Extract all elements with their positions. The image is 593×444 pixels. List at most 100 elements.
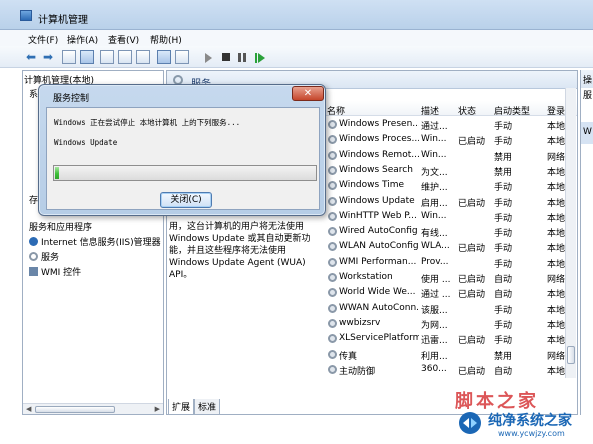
pause-service-icon[interactable]: [238, 53, 246, 62]
refresh-icon[interactable]: [118, 50, 132, 64]
close-button[interactable]: 关闭(C): [160, 192, 212, 208]
window-title: 计算机管理: [38, 15, 88, 26]
scroll-right-icon[interactable]: ▶: [155, 405, 160, 413]
gear-icon: [29, 252, 38, 261]
table-row[interactable]: WMI Performan... Prov... 手动 本地: [325, 255, 577, 270]
service-description: Win...: [421, 149, 447, 160]
service-startup: 手动: [494, 137, 513, 148]
actions-services[interactable]: 服: [581, 88, 593, 102]
col-description[interactable]: 描述: [421, 104, 439, 117]
console-icon[interactable]: [175, 50, 189, 64]
service-gear-icon: [328, 196, 337, 206]
service-description: Win...: [421, 134, 447, 145]
service-gear-icon: [328, 288, 337, 298]
watermark-brand: 纯净系统之家: [488, 413, 572, 429]
col-startup-type[interactable]: 启动类型: [494, 104, 530, 117]
col-name[interactable]: 名称: [327, 104, 345, 117]
tab-standard[interactable]: 标准: [194, 399, 221, 415]
service-description: Win...: [421, 210, 447, 221]
service-description: 用，这台计算机的用户将无法使用 Windows Update 或其自动更新功 能…: [169, 222, 311, 280]
brand-logo-icon: [459, 412, 481, 434]
restart-service-icon[interactable]: [255, 53, 265, 63]
col-status[interactable]: 状态: [458, 104, 476, 117]
properties-icon[interactable]: [100, 50, 114, 64]
tree-item-iis[interactable]: Internet 信息服务(IIS)管理器: [29, 235, 161, 248]
service-gear-icon: [328, 273, 337, 282]
col-logon[interactable]: 登录: [547, 104, 565, 117]
scroll-thumb[interactable]: [35, 406, 115, 413]
title-bar: 计算机管理: [0, 0, 593, 30]
service-status: 已启动: [458, 137, 486, 148]
table-row[interactable]: WWAN AutoConn... 该服... 手动 本地: [325, 301, 577, 316]
table-row[interactable]: WLAN AutoConfig WLA... 已启动 手动 本地: [325, 239, 577, 254]
service-name: World Wide We...: [339, 287, 416, 298]
tree-item-system[interactable]: 系: [29, 87, 38, 100]
table-row[interactable]: Workstation 使用 ... 已启动 自动 网络: [325, 270, 577, 285]
tree-item-wmi[interactable]: WMI 控件: [29, 265, 81, 278]
service-gear-icon: [328, 334, 337, 344]
up-folder-icon[interactable]: [62, 50, 76, 64]
table-row[interactable]: Windows Search 为文... 禁用 本地: [325, 163, 577, 178]
table-row[interactable]: Windows Proces... Win... 已启动 手动 本地: [325, 132, 577, 147]
service-gear-icon: [328, 364, 337, 374]
stop-service-icon[interactable]: [222, 53, 230, 61]
service-startup: 手动: [494, 183, 513, 194]
menu-view[interactable]: 查看(V): [108, 33, 139, 46]
table-row[interactable]: Wired AutoConfig 有线... 手动 本地: [325, 224, 577, 239]
close-icon[interactable]: ✕: [292, 86, 324, 101]
service-startup: 手动: [494, 213, 513, 224]
menu-file[interactable]: 文件(F): [28, 33, 58, 46]
service-name: WWAN AutoConn...: [339, 302, 419, 313]
tab-extended[interactable]: 扩展: [168, 399, 195, 415]
tree-item-services-apps[interactable]: 服务和应用程序: [29, 220, 92, 233]
service-gear-icon: [328, 120, 337, 129]
help-icon[interactable]: [157, 50, 171, 64]
service-name: Windows Proces...: [339, 134, 419, 145]
table-row[interactable]: WinHTTP Web P... Win... 手动 本地: [325, 209, 577, 224]
table-row[interactable]: World Wide We... 通过 ... 已启动 自动 本地: [325, 285, 577, 300]
forward-arrow-icon[interactable]: ➡: [41, 50, 55, 64]
service-startup: 手动: [494, 259, 513, 270]
dialog-title: 服务控制: [53, 94, 90, 104]
service-description: Prov...: [421, 256, 449, 267]
service-gear-icon: [328, 303, 337, 313]
table-row[interactable]: Windows Remot... Win... 禁用 网络: [325, 148, 577, 163]
table-row[interactable]: XLServicePlatform 迅雷... 已启动 手动 本地: [325, 331, 577, 346]
table-row[interactable]: wwbizsrv 为网... 手动 本地: [325, 316, 577, 331]
back-arrow-icon[interactable]: ⬅: [24, 50, 38, 64]
table-row[interactable]: Windows Update 启用... 已启动 手动 本地: [325, 194, 577, 209]
tree-item-services[interactable]: 服务: [29, 250, 59, 263]
table-row[interactable]: Windows Presen... 通过... 手动 本地: [325, 117, 577, 132]
menu-action[interactable]: 操作(A): [67, 33, 98, 46]
service-description: 通过 ...: [421, 290, 451, 301]
toolbar: ⬅ ➡: [0, 46, 593, 68]
service-name: 传真: [339, 351, 358, 362]
table-row[interactable]: Windows Time 维护... 手动 本地: [325, 178, 577, 193]
service-startup: 禁用: [494, 351, 513, 362]
service-name: Windows Time: [339, 180, 405, 191]
export-list-icon[interactable]: [136, 50, 150, 64]
actions-selected[interactable]: W: [581, 122, 593, 144]
tree-horizontal-scrollbar[interactable]: ◀ ▶: [23, 403, 163, 414]
service-description: 迅雷...: [421, 336, 448, 347]
list-vertical-scrollbar[interactable]: [565, 88, 576, 378]
table-row[interactable]: 传真 利用... 禁用 网络: [325, 347, 577, 362]
service-status: 已启动: [458, 290, 486, 301]
service-startup: 自动: [494, 366, 513, 377]
tree-item-storage[interactable]: 存: [29, 193, 38, 206]
scroll-left-icon[interactable]: ◀: [26, 405, 31, 413]
service-status: 已启动: [458, 198, 486, 209]
start-service-icon[interactable]: [205, 53, 212, 63]
show-tree-icon[interactable]: [80, 50, 94, 64]
service-startup: 禁用: [494, 167, 513, 178]
service-status: 已启动: [458, 336, 486, 347]
service-description: 启用...: [421, 198, 448, 209]
table-row[interactable]: 主动防御 360... 已启动 自动 本地: [325, 362, 577, 377]
progress-fill: [55, 167, 59, 179]
list-scroll-thumb[interactable]: [567, 346, 575, 364]
menu-help[interactable]: 帮助(H): [150, 33, 182, 46]
dialog-service-name: Windows Update: [54, 138, 118, 147]
service-description: 通过...: [421, 122, 448, 132]
dialog-body: Windows 正在尝试停止 本地计算机 上的下列服务... Windows U…: [46, 107, 320, 210]
service-control-dialog: 服务控制 ✕ Windows 正在尝试停止 本地计算机 上的下列服务... Wi…: [38, 84, 326, 216]
